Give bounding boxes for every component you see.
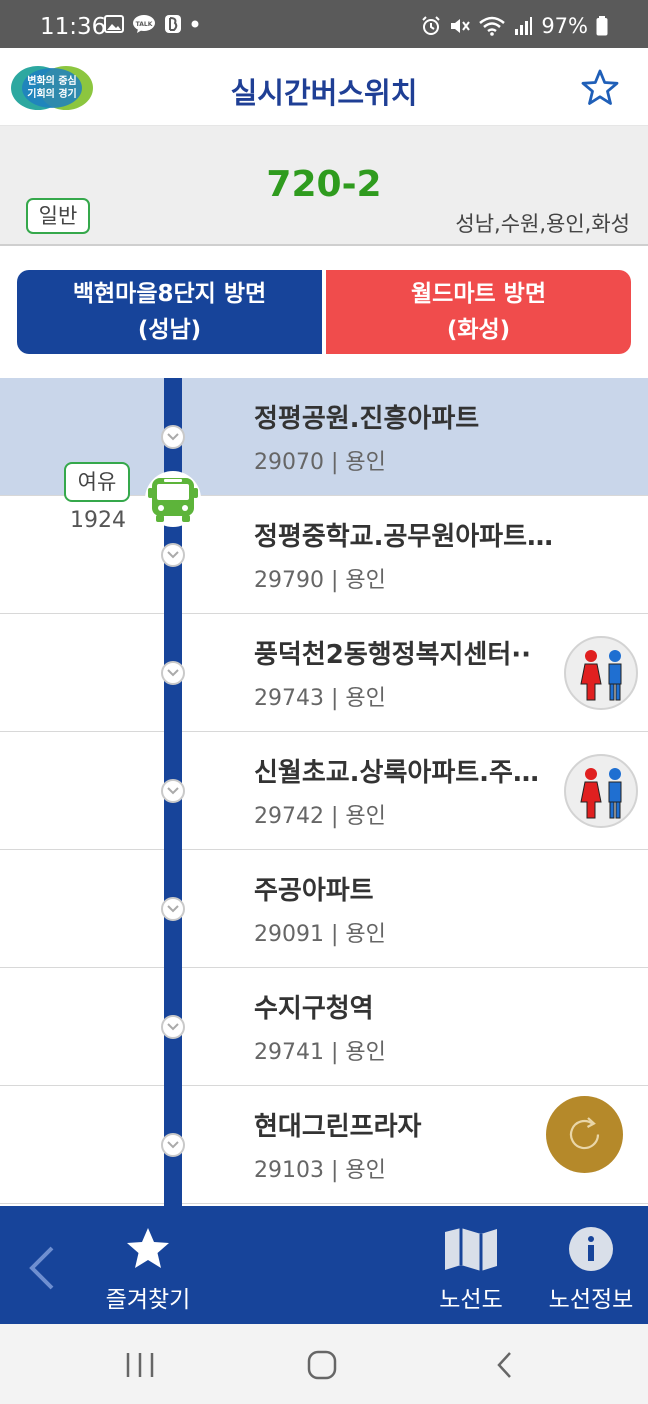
info-icon bbox=[569, 1227, 613, 1271]
wifi-icon bbox=[479, 16, 506, 36]
chevron-down-icon bbox=[161, 897, 185, 921]
dot-icon bbox=[190, 19, 200, 29]
stop-name: 현대그린프라자 bbox=[254, 1112, 422, 1142]
signal-icon bbox=[513, 16, 533, 36]
refresh-icon bbox=[569, 1117, 600, 1150]
stop-name: 주공아파트 bbox=[254, 876, 374, 906]
stop-meta: 29741 | 용인 bbox=[254, 1040, 386, 1065]
recents-icon bbox=[126, 1353, 154, 1377]
chevron-down-icon bbox=[161, 543, 185, 567]
nav-route-info-label: 노선정보 bbox=[548, 1287, 634, 1313]
nav-route-map-label: 노선도 bbox=[439, 1287, 503, 1313]
chevron-left-icon bbox=[29, 1246, 54, 1290]
route-region: 성남,수원,용인,화성 bbox=[455, 212, 630, 236]
stop-name: 풍덕천2동행정복지센터·· bbox=[254, 640, 532, 670]
battery-percent: 97% bbox=[541, 14, 588, 38]
back-arrow-icon bbox=[497, 1352, 511, 1378]
system-back-button[interactable] bbox=[486, 1350, 526, 1380]
route-type-badge: 일반 bbox=[26, 198, 90, 234]
stop-meta: 29103 | 용인 bbox=[254, 1158, 386, 1183]
stop-row[interactable]: 풍덕천2동행정복지센터·· 29743 | 용인 bbox=[0, 614, 648, 732]
restroom-icon[interactable] bbox=[564, 754, 638, 828]
stop-meta: 29743 | 용인 bbox=[254, 686, 386, 711]
chevron-down-icon bbox=[161, 779, 185, 803]
direction-tab-label: 월드마트 방면 bbox=[411, 281, 546, 307]
direction-tab-sublabel: (성남) bbox=[137, 317, 202, 343]
bus-icon[interactable] bbox=[144, 470, 202, 528]
system-nav-bar bbox=[0, 1324, 648, 1404]
mute-icon bbox=[449, 16, 471, 36]
map-icon bbox=[445, 1228, 497, 1271]
restroom-icon[interactable] bbox=[564, 636, 638, 710]
bus-id: 1924 bbox=[70, 508, 126, 533]
home-icon bbox=[307, 1350, 337, 1380]
star-icon bbox=[127, 1228, 169, 1268]
favorite-star-button[interactable] bbox=[580, 68, 620, 108]
back-button[interactable] bbox=[24, 1242, 60, 1294]
stop-row[interactable]: 수지구청역 29741 | 용인 bbox=[0, 968, 648, 1086]
nav-favorites-label: 즐겨찾기 bbox=[105, 1287, 191, 1313]
direction-tab-sublabel: (화성) bbox=[446, 317, 511, 343]
alarm-icon bbox=[421, 16, 441, 36]
stop-name: 신월초교.상록아파트.주… bbox=[254, 758, 539, 788]
bottom-nav: 즐겨찾기 노선도 노선정보 bbox=[0, 1206, 648, 1324]
route-number: 720-2 bbox=[266, 164, 382, 205]
stop-row[interactable]: 주공아파트 29091 | 용인 bbox=[0, 850, 648, 968]
recent-apps-button[interactable] bbox=[120, 1350, 160, 1380]
gallery-icon bbox=[104, 15, 124, 33]
stop-meta: 29790 | 용인 bbox=[254, 568, 386, 593]
nav-route-info[interactable]: 노선정보 bbox=[544, 1226, 638, 1314]
star-outline-icon bbox=[581, 69, 619, 105]
chevron-down-icon bbox=[161, 1015, 185, 1039]
stop-name: 정평중학교.공무원아파트.상… bbox=[254, 522, 554, 552]
home-button[interactable] bbox=[302, 1350, 342, 1380]
direction-tab-seongnam[interactable]: 백현마을8단지 방면 (성남) bbox=[17, 270, 322, 354]
stop-name: 수지구청역 bbox=[254, 994, 374, 1024]
stop-meta: 29091 | 용인 bbox=[254, 922, 386, 947]
seat-status-badge: 여유 bbox=[64, 462, 130, 502]
chevron-down-icon bbox=[161, 425, 185, 449]
chevron-down-icon bbox=[161, 1133, 185, 1157]
chevron-down-icon bbox=[161, 661, 185, 685]
page-title: 실시간버스위치 bbox=[230, 76, 418, 110]
app-header: 변화의 중심 기회의 경기 실시간버스위치 bbox=[0, 48, 648, 126]
refresh-button[interactable] bbox=[546, 1096, 623, 1173]
stop-meta: 29070 | 용인 bbox=[254, 450, 386, 475]
status-time: 11:36 bbox=[40, 14, 107, 40]
stop-meta: 29742 | 용인 bbox=[254, 804, 386, 829]
nav-route-map[interactable]: 노선도 bbox=[430, 1226, 512, 1314]
svg-text:TALK: TALK bbox=[136, 21, 153, 28]
nav-favorites[interactable]: 즐겨찾기 bbox=[100, 1226, 196, 1314]
direction-tab-label: 백현마을8단지 방면 bbox=[72, 281, 267, 307]
direction-tab-hwaseong[interactable]: 월드마트 방면 (화성) bbox=[326, 270, 631, 354]
direction-tabs: 백현마을8단지 방면 (성남) 월드마트 방면 (화성) bbox=[17, 270, 631, 354]
talk-icon: TALK bbox=[132, 14, 156, 34]
stop-name: 정평공원.진흥아파트 bbox=[254, 404, 480, 434]
b-icon bbox=[164, 14, 182, 34]
battery-icon bbox=[596, 16, 608, 36]
route-header: 720-2 일반 성남,수원,용인,화성 bbox=[0, 126, 648, 246]
stop-list[interactable]: 정평공원.진흥아파트 29070 | 용인 정평중학교.공무원아파트.상… 29… bbox=[0, 378, 648, 1206]
status-bar: 11:36 TALK 97% bbox=[0, 0, 648, 48]
stop-row[interactable]: 신월초교.상록아파트.주… 29742 | 용인 bbox=[0, 732, 648, 850]
